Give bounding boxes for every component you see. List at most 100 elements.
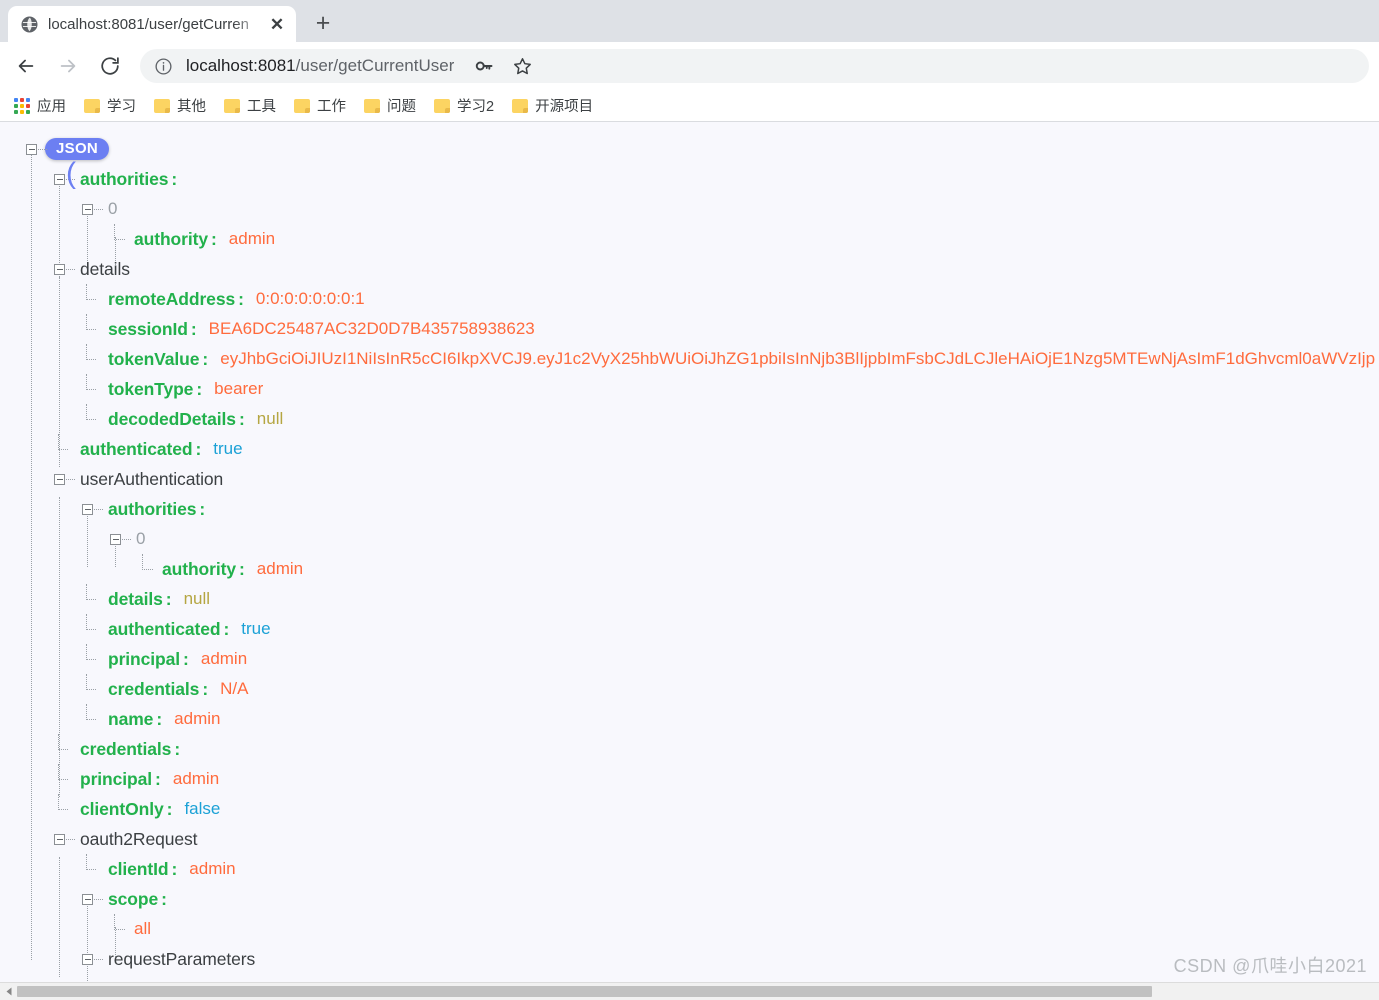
json-key: authenticated: [108, 619, 221, 639]
horizontal-scrollbar[interactable]: [0, 982, 1379, 1000]
back-arrow-icon[interactable]: [8, 48, 44, 84]
tree-elbow: [58, 794, 68, 810]
json-key: authority: [134, 229, 208, 249]
json-colon: :: [199, 499, 206, 519]
json-value: true: [213, 439, 243, 458]
collapse-toggle[interactable]: [82, 954, 93, 965]
scrollbar-thumb[interactable]: [17, 986, 1152, 997]
json-key: tokenType: [108, 379, 194, 399]
json-key: details: [108, 589, 163, 609]
tree-row-authorities-0[interactable]: 0: [0, 194, 1379, 224]
tree-row-ua-credentials: credentials: N/A: [0, 674, 1379, 704]
json-colon: :: [210, 229, 217, 249]
bookmark-folder-1[interactable]: 学习: [84, 95, 136, 116]
tree-tick: [66, 839, 75, 840]
tree-row-tokenValue: tokenValue: eyJhbGciOiJIUzI1NiIsInR5cCI6I…: [0, 344, 1379, 374]
folder-icon: [434, 98, 450, 113]
json-colon: :: [195, 439, 202, 459]
json-colon: :: [238, 409, 245, 429]
folder-icon: [364, 98, 380, 113]
json-root-badge: JSON: [45, 138, 110, 160]
tree-tick: [94, 959, 103, 960]
json-colon: :: [174, 739, 181, 759]
tree-row-scope[interactable]: scope:: [0, 884, 1379, 914]
key-icon[interactable]: [468, 50, 500, 82]
tree-row-requestParameters[interactable]: requestParameters: [0, 944, 1379, 974]
tree-row-authorities[interactable]: ( authorities:: [0, 159, 1379, 194]
json-viewer: JSON ( authorities: 0 authority: admin d…: [0, 122, 1379, 1000]
tree-row-details[interactable]: details: [0, 254, 1379, 284]
collapse-toggle[interactable]: [110, 534, 121, 545]
json-key: clientOnly: [80, 799, 164, 819]
bookmark-folder-4[interactable]: 工作: [294, 95, 346, 116]
bookmark-folder-2[interactable]: 其他: [154, 95, 206, 116]
json-key: requestParameters: [108, 949, 256, 969]
collapse-toggle[interactable]: [54, 474, 65, 485]
tree-elbow: [86, 854, 96, 870]
folder-icon: [224, 98, 240, 113]
json-value: admin: [200, 649, 248, 668]
tree-row-root[interactable]: JSON: [0, 134, 1379, 164]
tree-row-tokenType: tokenType: bearer: [0, 374, 1379, 404]
json-key: oauth2Request: [80, 829, 198, 849]
bookmark-folder-5[interactable]: 问题: [364, 95, 416, 116]
json-value: admin: [256, 559, 304, 578]
tree-row-clientOnly: clientOnly: false: [0, 794, 1379, 824]
reload-icon[interactable]: [92, 48, 128, 84]
json-value: true: [241, 619, 271, 638]
collapse-toggle[interactable]: [54, 264, 65, 275]
bookmark-star-icon[interactable]: [506, 50, 538, 82]
bookmark-label: 学习2: [457, 99, 495, 115]
tree-tick: [94, 209, 103, 210]
tree-elbow: [86, 644, 96, 660]
bookmark-label: 工作: [317, 99, 346, 115]
tree-row-ua-authenticated: authenticated: true: [0, 614, 1379, 644]
tree-row-oauth2Request[interactable]: oauth2Request: [0, 824, 1379, 854]
tree-row-userAuthentication[interactable]: userAuthentication: [0, 464, 1379, 494]
tree-row-ua-authorities-0[interactable]: 0: [0, 524, 1379, 554]
json-colon: :: [161, 889, 167, 909]
bookmark-folder-3[interactable]: 工具: [224, 95, 276, 116]
tree-elbow: [86, 614, 96, 630]
bookmarks-bar: 应用 学习 其他 工具 工作 问题 学习2 开源项目: [0, 90, 1379, 122]
bookmark-folder-6[interactable]: 学习2: [434, 95, 494, 116]
bookmark-label: 应用: [37, 99, 66, 115]
tree-row-decodedDetails: decodedDetails: null: [0, 404, 1379, 434]
json-key: credentials: [80, 739, 172, 759]
json-colon: :: [183, 649, 189, 669]
collapse-toggle[interactable]: [54, 174, 65, 185]
tree-elbow: [58, 764, 68, 780]
tree-row-ua-name: name: admin: [0, 704, 1379, 734]
json-array-index: 0: [108, 199, 118, 218]
bookmark-label: 工具: [247, 99, 276, 115]
json-tree: JSON ( authorities: 0 authority: admin d…: [0, 122, 1379, 974]
json-value: eyJhbGciOiJIUzI1NiIsInR5cCI6IkpXVCJ9.eyJ…: [220, 349, 1376, 368]
tree-elbow: [142, 554, 153, 570]
collapse-toggle[interactable]: [26, 144, 37, 155]
address-bar[interactable]: localhost:8081/user/getCurrentUser: [140, 49, 1369, 83]
json-colon: :: [171, 169, 178, 189]
bookmark-apps[interactable]: 应用: [14, 95, 66, 116]
json-value: null: [183, 589, 211, 608]
close-icon[interactable]: ✕: [266, 13, 288, 35]
collapse-toggle[interactable]: [82, 504, 93, 515]
tree-row-ua-details: details: null: [0, 584, 1379, 614]
scroll-left-arrow-icon[interactable]: [0, 983, 17, 1000]
json-key: name: [108, 709, 154, 729]
bookmark-folder-7[interactable]: 开源项目: [512, 95, 593, 116]
collapse-toggle[interactable]: [82, 204, 93, 215]
url-text: localhost:8081/user/getCurrentUser: [186, 56, 454, 76]
new-tab-button[interactable]: +: [306, 6, 340, 40]
browser-tab[interactable]: localhost:8081/user/getCurren ✕: [8, 6, 296, 42]
scrollbar-track[interactable]: [17, 983, 1379, 1000]
tree-elbow: [114, 224, 125, 240]
collapse-toggle[interactable]: [54, 834, 65, 845]
json-key: credentials: [108, 679, 200, 699]
tree-row-clientId: clientId: admin: [0, 854, 1379, 884]
tree-tick: [94, 899, 103, 900]
collapse-toggle[interactable]: [82, 894, 93, 905]
info-circle-icon[interactable]: [154, 57, 174, 76]
tree-row-ua-authorities[interactable]: authorities:: [0, 494, 1379, 524]
tree-row-ua-authority: authority: admin: [0, 554, 1379, 584]
bookmark-label: 学习: [107, 99, 136, 115]
